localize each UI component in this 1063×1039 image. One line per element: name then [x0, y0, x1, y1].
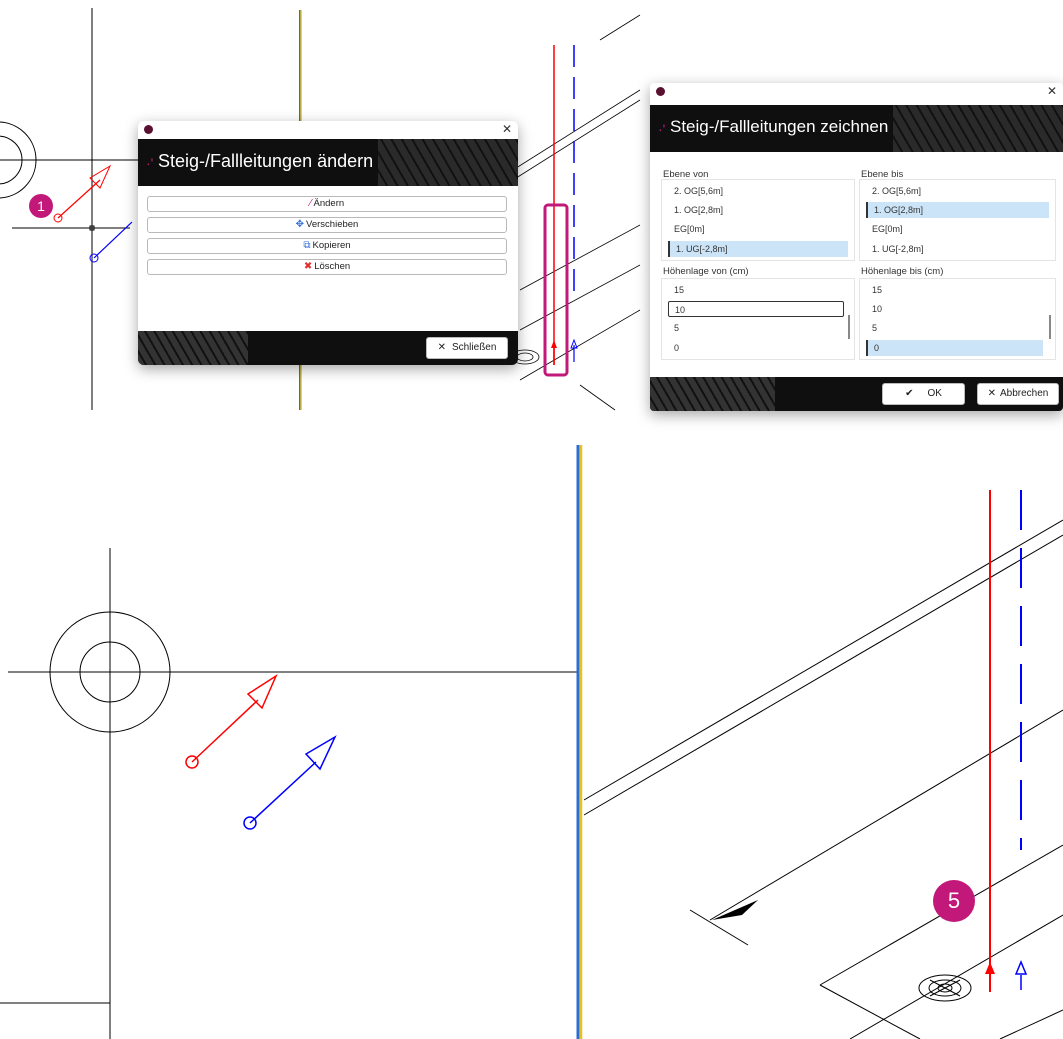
delete-button-label: Löschen [314, 261, 351, 272]
height-from-item[interactable]: 0 [668, 340, 848, 356]
height-from-label: Höhenlage von (cm) [663, 266, 749, 277]
close-icon: ✕ [437, 342, 446, 353]
level-to-item[interactable]: EG[0m] [866, 221, 1049, 237]
level-to-list[interactable]: 2. OG[5,6m] 1. OG[2,8m] EG[0m] 1. UG[-2,… [859, 179, 1056, 261]
ok-button[interactable]: ✔ OK [882, 383, 965, 405]
copy-button-label: Kopieren [312, 240, 351, 251]
cancel-button[interactable]: ✕ Abbrechen [977, 383, 1059, 405]
step-badge-5: 5 [933, 880, 975, 922]
move-icon: ✥ [295, 219, 305, 230]
riser-arrow-blue [1014, 960, 1028, 990]
app-icon [144, 125, 153, 134]
close-icon[interactable]: ✕ [502, 122, 512, 136]
change-button[interactable]: ⁄ Ändern [147, 196, 507, 212]
check-icon: ✔ [905, 388, 914, 399]
hexagon-pattern-footer [138, 331, 248, 365]
riser-arrow-blue-small [570, 338, 578, 362]
hexagon-pattern [378, 139, 518, 186]
logo-dots-icon: ·' [146, 155, 154, 171]
level-from-item[interactable]: 1. OG[2,8m] [668, 202, 848, 218]
level-from-item[interactable]: EG[0m] [668, 221, 848, 237]
height-from-item[interactable]: 15 [668, 282, 848, 298]
change-dialog-header: ·' Steig-/Fallleitungen ändern [138, 139, 518, 186]
scrollbar[interactable] [848, 315, 850, 339]
draw-dialog-titlebar: ✕ [650, 83, 1063, 105]
hexagon-pattern-footer [650, 377, 775, 411]
cancel-button-label: Abbrechen [1000, 388, 1049, 399]
change-dialog-footer: ✕ Schließen [138, 331, 518, 365]
height-to-item-selected[interactable]: 0 [866, 340, 1043, 356]
ok-button-label: OK [927, 388, 942, 399]
close-button[interactable]: ✕ Schließen [426, 337, 508, 359]
height-from-item[interactable]: 5 [668, 320, 848, 336]
draw-dialog-header: ·' Steig-/Fallleitungen zeichnen [650, 105, 1063, 152]
move-button-label: Verschieben [306, 219, 359, 230]
close-button-label: Schließen [451, 342, 497, 353]
close-icon: ✕ [987, 388, 996, 399]
draw-dialog-footer: ✔ OK ✕ Abbrechen [650, 377, 1063, 411]
delete-icon: ✖ [303, 261, 313, 272]
hexagon-pattern [893, 105, 1063, 152]
level-from-list[interactable]: 2. OG[5,6m] 1. OG[2,8m] EG[0m] 1. UG[-2,… [661, 179, 855, 261]
copy-icon: ⧉ [303, 240, 311, 251]
move-button[interactable]: ✥ Verschieben [147, 217, 507, 233]
change-dialog-titlebar: ✕ [138, 121, 518, 139]
change-dialog-title: Steig-/Fallleitungen ändern [158, 151, 374, 171]
height-to-label: Höhenlage bis (cm) [861, 266, 944, 277]
riser-arrow-red [985, 962, 995, 992]
selection-highlight [543, 203, 569, 377]
level-to-item-selected[interactable]: 1. OG[2,8m] [866, 202, 1049, 218]
app-icon [656, 87, 665, 96]
close-icon[interactable]: ✕ [1047, 84, 1057, 98]
change-dialog: ✕ ·' Steig-/Fallleitungen ändern ⁄ Ändern… [138, 121, 518, 365]
level-to-item[interactable]: 1. UG[-2,8m] [866, 241, 1049, 257]
logo-dots-icon: ·' [658, 121, 666, 137]
height-to-item[interactable]: 15 [866, 282, 1049, 298]
scrollbar[interactable] [1049, 315, 1051, 339]
return-pipe-symbol [243, 735, 337, 830]
delete-button[interactable]: ✖ Löschen [147, 259, 507, 275]
height-to-item[interactable]: 5 [866, 320, 1049, 336]
height-to-item[interactable]: 10 [866, 301, 1049, 317]
copy-button[interactable]: ⧉ Kopieren [147, 238, 507, 254]
height-from-item-selected[interactable]: 10 [668, 301, 844, 317]
height-from-list[interactable]: 15 10 5 0 [661, 278, 855, 360]
level-from-item[interactable]: 2. OG[5,6m] [668, 183, 848, 199]
level-to-item[interactable]: 2. OG[5,6m] [866, 183, 1049, 199]
level-from-item-selected[interactable]: 1. UG[-2,8m] [668, 241, 848, 257]
wand-icon: ⁄ [309, 198, 312, 209]
step-badge-1: 1 [29, 194, 53, 218]
draw-dialog: ✕ ·' Steig-/Fallleitungen zeichnen Ebene… [650, 83, 1063, 411]
supply-pipe-symbol-small [53, 164, 112, 223]
supply-pipe-symbol [185, 674, 278, 769]
draw-dialog-title: Steig-/Fallleitungen zeichnen [670, 117, 889, 136]
height-to-list[interactable]: 15 10 5 0 [859, 278, 1056, 360]
change-button-label: Ändern [313, 198, 345, 209]
